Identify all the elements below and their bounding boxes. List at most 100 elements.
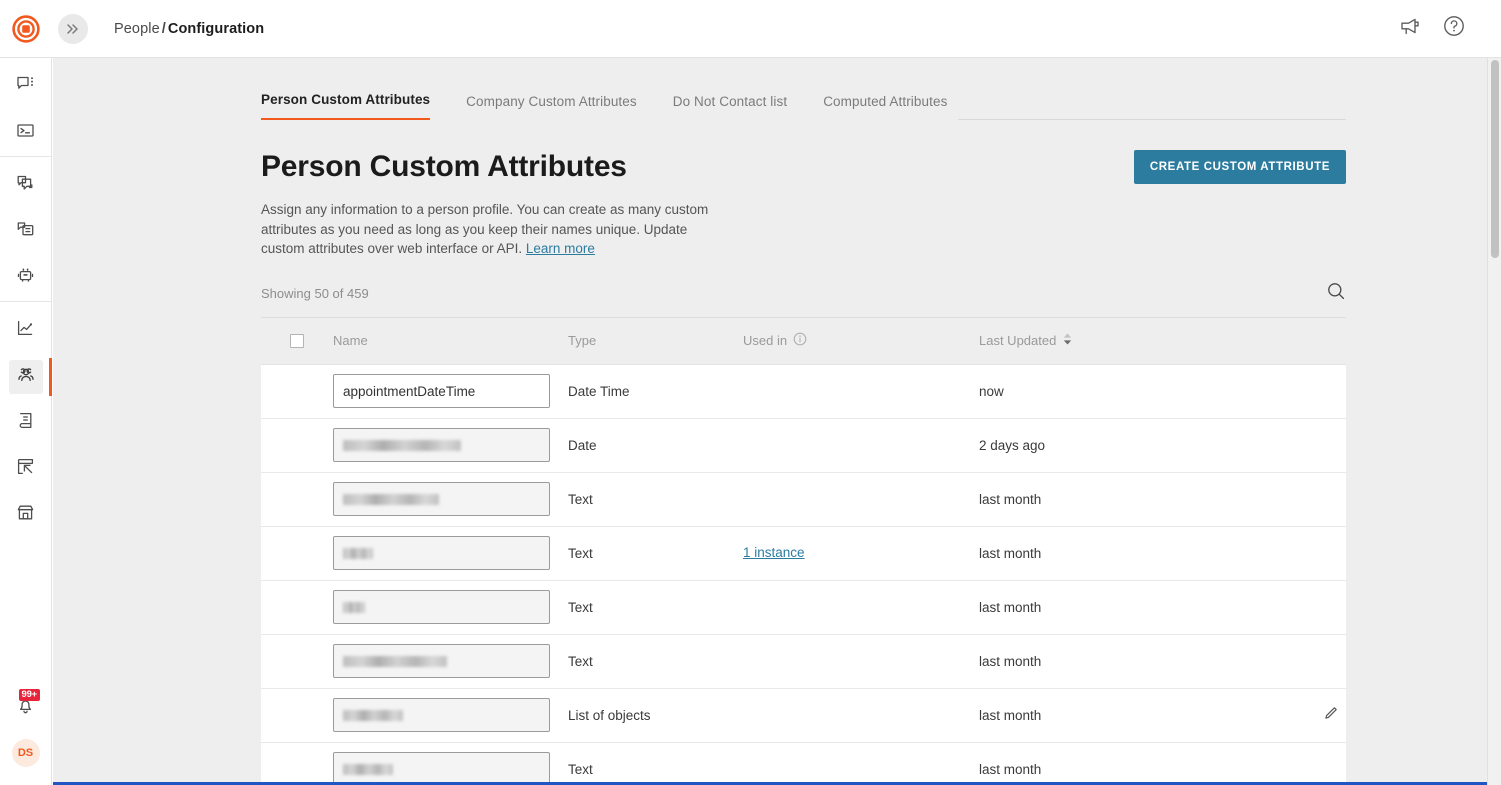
- table-body: Date TimenowDate2 days agoTextlast month…: [261, 364, 1346, 785]
- redacted-value: [343, 764, 393, 775]
- tab-bar-rule: [958, 119, 1346, 120]
- left-nav-rail: 99+ DS: [0, 58, 52, 785]
- table-header-row: Name Type Used in Last Upd: [261, 318, 1346, 364]
- attribute-type-cell: Text: [568, 492, 743, 507]
- sidebar-item-inbox-automation[interactable]: [9, 215, 43, 249]
- redacted-value: [343, 602, 365, 613]
- page-header: Person Custom Attributes CREATE CUSTOM A…: [261, 150, 1493, 184]
- table-row[interactable]: Date2 days ago: [261, 419, 1346, 473]
- attribute-name-input[interactable]: [333, 536, 550, 570]
- results-summary-row: Showing 50 of 459: [261, 281, 1346, 318]
- column-header-last-updated[interactable]: Last Updated: [979, 332, 1234, 349]
- attribute-last-updated-cell: now: [979, 384, 1234, 399]
- chat-bubble-icon: [16, 75, 35, 99]
- rail-group-automation: [0, 156, 51, 301]
- tab-do-not-contact-list[interactable]: Do Not Contact list: [673, 94, 787, 120]
- configuration-page: People/Configuration: [0, 0, 1501, 785]
- attribute-name-input[interactable]: [333, 374, 550, 408]
- column-header-last-updated-label: Last Updated: [979, 333, 1056, 348]
- column-header-name[interactable]: Name: [333, 333, 568, 348]
- attribute-name-input[interactable]: [333, 644, 550, 678]
- redacted-value: [343, 548, 373, 559]
- table-row[interactable]: Text last month: [261, 743, 1346, 785]
- attribute-name-cell: [333, 752, 568, 785]
- logo-container: [0, 15, 52, 43]
- table-row[interactable]: Textlast month: [261, 473, 1346, 527]
- expand-sidebar-button[interactable]: [58, 14, 88, 44]
- attribute-name-cell: [333, 536, 568, 570]
- notifications-button[interactable]: 99+: [9, 691, 43, 725]
- attribute-last-updated-cell: 2 days ago: [979, 438, 1234, 453]
- attribute-last-updated-cell: last month: [979, 654, 1234, 669]
- tab-bar: Person Custom Attributes Company Custom …: [261, 58, 1493, 120]
- attribute-name-input[interactable]: [333, 428, 550, 462]
- attribute-type-cell: Date Time: [568, 384, 743, 399]
- attribute-type-cell: Text: [568, 654, 743, 669]
- attribute-name-input[interactable]: [333, 482, 550, 516]
- sidebar-item-tours[interactable]: [9, 452, 43, 486]
- avatar[interactable]: DS: [12, 739, 40, 767]
- table-row[interactable]: List of objectslast month: [261, 689, 1346, 743]
- megaphone-icon[interactable]: [1399, 16, 1421, 41]
- attribute-name-input[interactable]: [333, 698, 550, 732]
- sidebar-item-people[interactable]: [9, 360, 43, 394]
- redacted-value: [343, 710, 403, 721]
- robot-icon: [16, 266, 35, 290]
- attribute-actions-cell: [1234, 706, 1346, 725]
- attribute-type-cell: Text: [568, 600, 743, 615]
- attribute-name-cell: [333, 644, 568, 678]
- redacted-value: [343, 656, 447, 667]
- tab-computed-attributes[interactable]: Computed Attributes: [823, 94, 947, 120]
- sidebar-item-knowledge[interactable]: [9, 406, 43, 440]
- copy-reply-icon: [16, 174, 35, 198]
- table-row[interactable]: Text last month: [261, 581, 1346, 635]
- redacted-value: [343, 494, 439, 505]
- table-row[interactable]: Date Time now: [261, 365, 1346, 419]
- edit-pencil-icon[interactable]: [1324, 706, 1338, 725]
- page-title: Person Custom Attributes: [261, 150, 627, 184]
- table-row[interactable]: Text last month: [261, 635, 1346, 689]
- tab-person-custom-attributes[interactable]: Person Custom Attributes: [261, 92, 430, 120]
- attribute-type-cell: Text: [568, 762, 743, 777]
- attribute-name-input[interactable]: [333, 752, 550, 785]
- rail-group-inbox: [0, 58, 51, 156]
- create-custom-attribute-button[interactable]: CREATE CUSTOM ATTRIBUTE: [1134, 150, 1346, 184]
- select-all-checkbox[interactable]: [290, 334, 304, 348]
- attribute-last-updated-cell: last month: [979, 762, 1234, 777]
- attribute-name-cell: [333, 428, 568, 462]
- column-header-type[interactable]: Type: [568, 333, 743, 348]
- rail-group-main: [0, 301, 51, 538]
- breadcrumb-parent[interactable]: People: [114, 21, 160, 37]
- scrollbar-thumb[interactable]: [1491, 60, 1499, 258]
- column-header-used-in[interactable]: Used in: [743, 332, 979, 349]
- printer-icon: [16, 220, 35, 244]
- sidebar-item-terminal[interactable]: [9, 116, 43, 150]
- sidebar-item-bots[interactable]: [9, 261, 43, 295]
- main-canvas: Person Custom Attributes Company Custom …: [53, 58, 1493, 785]
- attribute-last-updated-cell: last month: [979, 708, 1234, 723]
- sidebar-item-conversations[interactable]: [9, 70, 43, 104]
- sidebar-item-copilot[interactable]: [9, 169, 43, 203]
- used-in-link[interactable]: 1 instance: [743, 545, 805, 560]
- sort-arrows-icon[interactable]: [1062, 332, 1073, 349]
- learn-more-link[interactable]: Learn more: [526, 241, 595, 256]
- rail-bottom: 99+ DS: [0, 691, 51, 785]
- attribute-last-updated-cell: last month: [979, 600, 1234, 615]
- tab-company-custom-attributes[interactable]: Company Custom Attributes: [466, 94, 637, 120]
- table-row[interactable]: Text1 instancelast month: [261, 527, 1346, 581]
- search-icon[interactable]: [1326, 281, 1346, 306]
- notification-badge: 99+: [19, 689, 41, 701]
- target-logo[interactable]: [12, 15, 40, 43]
- page-scrollbar[interactable]: [1487, 58, 1501, 785]
- sidebar-item-messenger[interactable]: [9, 498, 43, 532]
- attribute-name-cell: [333, 698, 568, 732]
- sidebar-item-reports[interactable]: [9, 314, 43, 348]
- attribute-name-input[interactable]: [333, 590, 550, 624]
- attribute-name-cell: [333, 374, 568, 408]
- showing-count: Showing 50 of 459: [261, 286, 369, 301]
- help-circle-icon[interactable]: [1443, 15, 1465, 42]
- page-description-text: Assign any information to a person profi…: [261, 202, 708, 256]
- breadcrumb-separator: /: [160, 21, 168, 37]
- info-circle-icon[interactable]: [793, 332, 807, 349]
- attribute-name-cell: [333, 590, 568, 624]
